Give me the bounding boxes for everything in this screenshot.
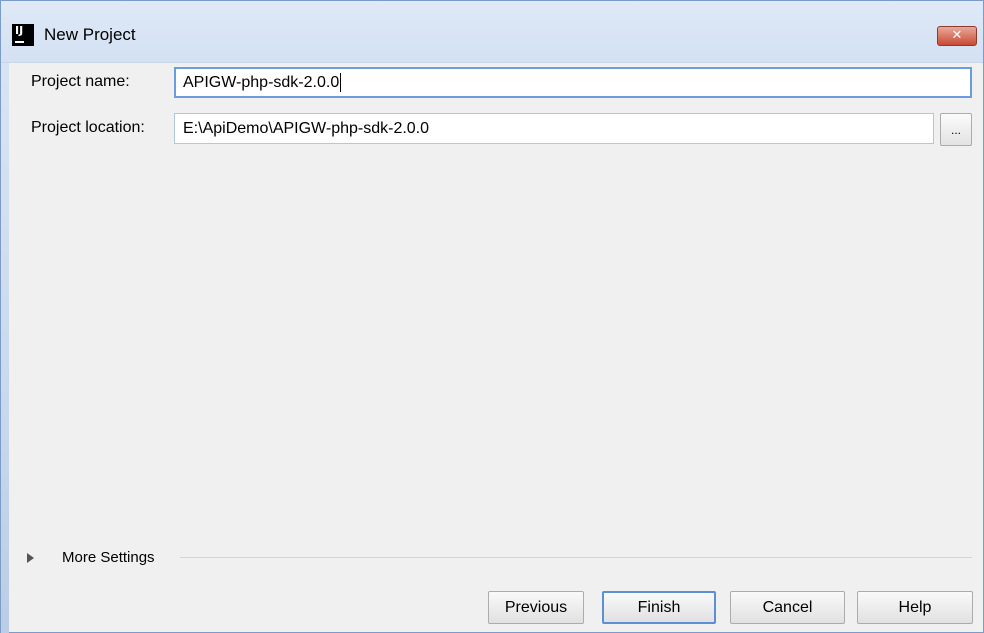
cancel-button[interactable]: Cancel — [730, 591, 845, 624]
browse-location-button[interactable]: ... — [940, 113, 972, 146]
title-bar[interactable]: IJ New Project ✕ — [1, 1, 983, 63]
more-settings-toggle[interactable]: More Settings — [27, 545, 972, 571]
project-name-value: APIGW-php-sdk-2.0.0 — [183, 74, 340, 91]
close-icon: ✕ — [951, 28, 963, 43]
project-name-input[interactable]: APIGW-php-sdk-2.0.0 — [174, 67, 972, 98]
window-left-edge — [1, 63, 9, 633]
project-location-input[interactable]: E:\ApiDemo\APIGW-php-sdk-2.0.0 — [174, 113, 934, 144]
project-location-label: Project location: — [31, 119, 145, 136]
text-caret — [340, 73, 342, 93]
project-location-value: E:\ApiDemo\APIGW-php-sdk-2.0.0 — [183, 120, 430, 137]
more-settings-divider — [180, 557, 972, 558]
app-icon-underline — [15, 41, 24, 43]
app-icon-text: IJ — [15, 24, 24, 37]
more-settings-label: More Settings — [62, 549, 155, 566]
project-name-label: Project name: — [31, 73, 130, 90]
intellij-idea-icon: IJ — [12, 24, 34, 46]
triangle-right-icon — [27, 553, 34, 563]
help-button[interactable]: Help — [857, 591, 973, 624]
finish-button[interactable]: Finish — [602, 591, 716, 624]
previous-button[interactable]: Previous — [488, 591, 584, 624]
window-title: New Project — [44, 25, 136, 44]
new-project-dialog: IJ New Project ✕ Project name: APIGW-php… — [0, 0, 984, 633]
close-button[interactable]: ✕ — [937, 26, 977, 46]
